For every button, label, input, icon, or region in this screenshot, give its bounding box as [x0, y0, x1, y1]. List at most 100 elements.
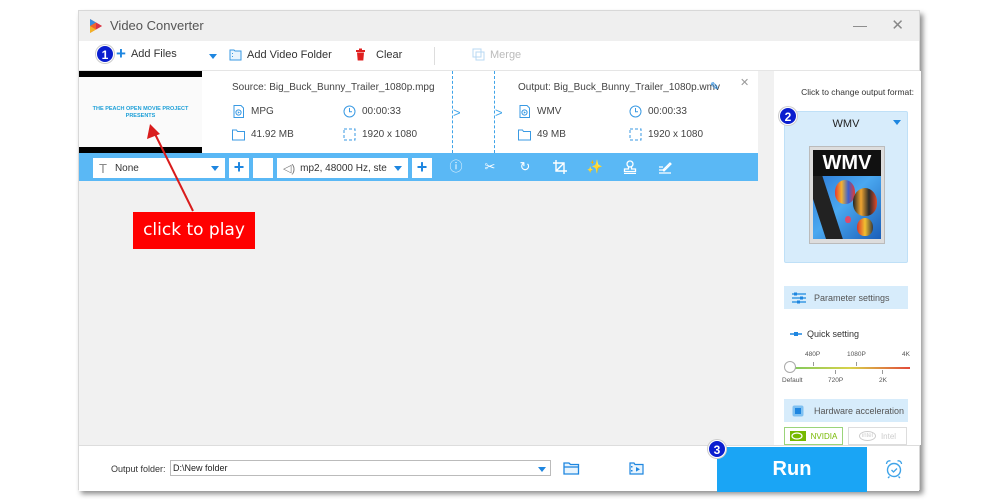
file-list-item: THE PEACH OPEN MOVIE PROJECT PRESENTS So… [79, 71, 758, 153]
balloon [835, 180, 855, 204]
step-badge-3: 3 [708, 440, 726, 458]
output-duration: 00:00:33 [629, 105, 687, 118]
folder-film-icon [229, 49, 242, 61]
speaker-icon: ◁) [283, 162, 296, 175]
add-video-folder-button[interactable]: Add Video Folder [229, 48, 332, 61]
video-file-icon [519, 105, 530, 118]
source-format-value: MPG [251, 106, 274, 117]
scissors-icon[interactable]: ✂ [481, 158, 499, 176]
text-subtitle-icon: T [99, 160, 107, 176]
clear-button[interactable]: Clear [354, 48, 402, 61]
merge-button[interactable]: Merge [472, 48, 521, 61]
run-button[interactable]: Run [717, 447, 867, 492]
quality-label-4k: 4K [902, 351, 910, 358]
chevron-down-icon [394, 166, 402, 171]
folder-icon [518, 129, 531, 141]
add-subtitle-button[interactable]: + [229, 158, 249, 178]
subtitle-select[interactable]: T None [93, 158, 225, 178]
resolution-icon [343, 128, 356, 141]
resolution-icon [629, 128, 642, 141]
output-folder-dropdown-caret[interactable] [538, 467, 546, 472]
thumbnail-caption-line2: PRESENTS [125, 113, 156, 119]
output-format-selector[interactable]: WMV WMV [784, 111, 908, 263]
parameter-settings-button[interactable]: Parameter settings [784, 286, 908, 309]
source-duration: 00:00:33 [343, 105, 401, 118]
rotate-icon[interactable]: ↻ [516, 158, 534, 176]
bottom-bar: Output folder: D:\New folder 3 Run [79, 440, 919, 492]
sliders-icon [792, 292, 806, 303]
watermark-stamp-icon[interactable] [621, 158, 639, 176]
quick-setting-text: Quick setting [807, 329, 860, 339]
quality-label-default: Default [782, 377, 803, 384]
balloon [857, 218, 873, 236]
output-filename: Output: Big_Buck_Bunny_Trailer_1080p.wmv [518, 82, 720, 93]
tick-mark [856, 362, 857, 366]
wmv-format-icon-image [813, 176, 881, 239]
chevron-down-icon [211, 166, 219, 171]
step-badge-1: 1 [96, 45, 114, 63]
intel-button[interactable]: intel Intel [848, 427, 907, 445]
output-resolution: 1920 x 1080 [629, 128, 703, 141]
minimize-button[interactable]: — [853, 17, 867, 33]
chip-icon [792, 405, 804, 416]
alarm-clock-icon[interactable] [884, 459, 904, 479]
folder-icon [232, 129, 245, 141]
source-resolution: 1920 x 1080 [343, 128, 417, 141]
add-files-label: Add Files [130, 48, 177, 60]
edit-subtitle-icon[interactable] [656, 158, 674, 176]
intel-logo-icon: intel [858, 431, 876, 441]
remove-file-button[interactable]: ✕ [740, 76, 749, 89]
audio-track-select-value: mp2, 48000 Hz, ste [300, 162, 387, 174]
clock-icon [629, 105, 642, 118]
chevron-down-icon [893, 120, 901, 125]
video-thumbnail[interactable]: THE PEACH OPEN MOVIE PROJECT PRESENTS [79, 71, 202, 153]
hardware-acceleration-button[interactable]: Hardware acceleration [784, 399, 908, 422]
quality-slider-knob[interactable] [784, 361, 796, 373]
add-files-dropdown-caret[interactable] [209, 54, 217, 59]
output-duration-value: 00:00:33 [648, 106, 687, 117]
tick-mark [882, 370, 883, 374]
clear-label: Clear [376, 48, 403, 61]
arrow-right-icon: > [453, 105, 461, 120]
wmv-format-icon-label: WMV [813, 150, 881, 176]
edit-filename-pencil-icon[interactable]: ✎ [710, 80, 719, 93]
balloon [853, 188, 877, 216]
output-format-panel: Click to change output format: 2 WMV WMV… [774, 71, 921, 445]
browse-folder-icon[interactable] [563, 462, 580, 475]
output-format: WMV [518, 105, 561, 118]
close-window-button[interactable]: ✕ [891, 16, 904, 34]
nvidia-logo-icon [789, 431, 806, 441]
source-size-value: 41.92 MB [251, 129, 294, 140]
quality-slider-track[interactable] [790, 367, 910, 369]
crop-icon[interactable] [551, 158, 569, 176]
effects-wand-icon[interactable]: ✨ [586, 158, 604, 176]
merge-label: Merge [490, 48, 522, 61]
info-icon[interactable]: ⓘ [447, 158, 465, 176]
tick-mark [835, 370, 836, 374]
output-size-value: 49 MB [537, 129, 566, 140]
click-to-play-callout: click to play [133, 212, 255, 249]
subtitle-select-value: None [114, 162, 139, 174]
nvidia-button[interactable]: NVIDIA [784, 427, 843, 445]
output-format-name: WMV [832, 118, 860, 130]
window-title: Video Converter [110, 18, 204, 33]
quality-label-720p: 720P [828, 377, 844, 384]
quality-label-1080p: 1080P [847, 351, 866, 358]
source-duration-value: 00:00:33 [362, 106, 401, 117]
add-audio-track-button[interactable]: + [412, 158, 432, 178]
trash-icon [356, 48, 365, 61]
source-size: 41.92 MB [232, 128, 294, 141]
balloon [845, 216, 851, 223]
add-files-button[interactable]: + Add Files [116, 45, 177, 62]
quality-label-2k: 2K [879, 377, 887, 384]
quality-slider[interactable]: 480P 1080P 4K Default 720P 2K [782, 349, 912, 389]
output-folder-input[interactable]: D:\New folder [170, 460, 551, 476]
quick-setting-icon [790, 332, 802, 336]
open-output-video-icon[interactable] [629, 462, 644, 475]
hardware-acceleration-label: Hardware acceleration [814, 405, 905, 416]
disabled-overlay [253, 158, 273, 178]
thumbnail-caption-line1: THE PEACH OPEN MOVIE PROJECT [92, 106, 189, 112]
toolbar-divider [434, 47, 435, 65]
output-format-value: WMV [537, 106, 562, 117]
audio-track-select[interactable]: ◁) mp2, 48000 Hz, ste [277, 158, 408, 178]
